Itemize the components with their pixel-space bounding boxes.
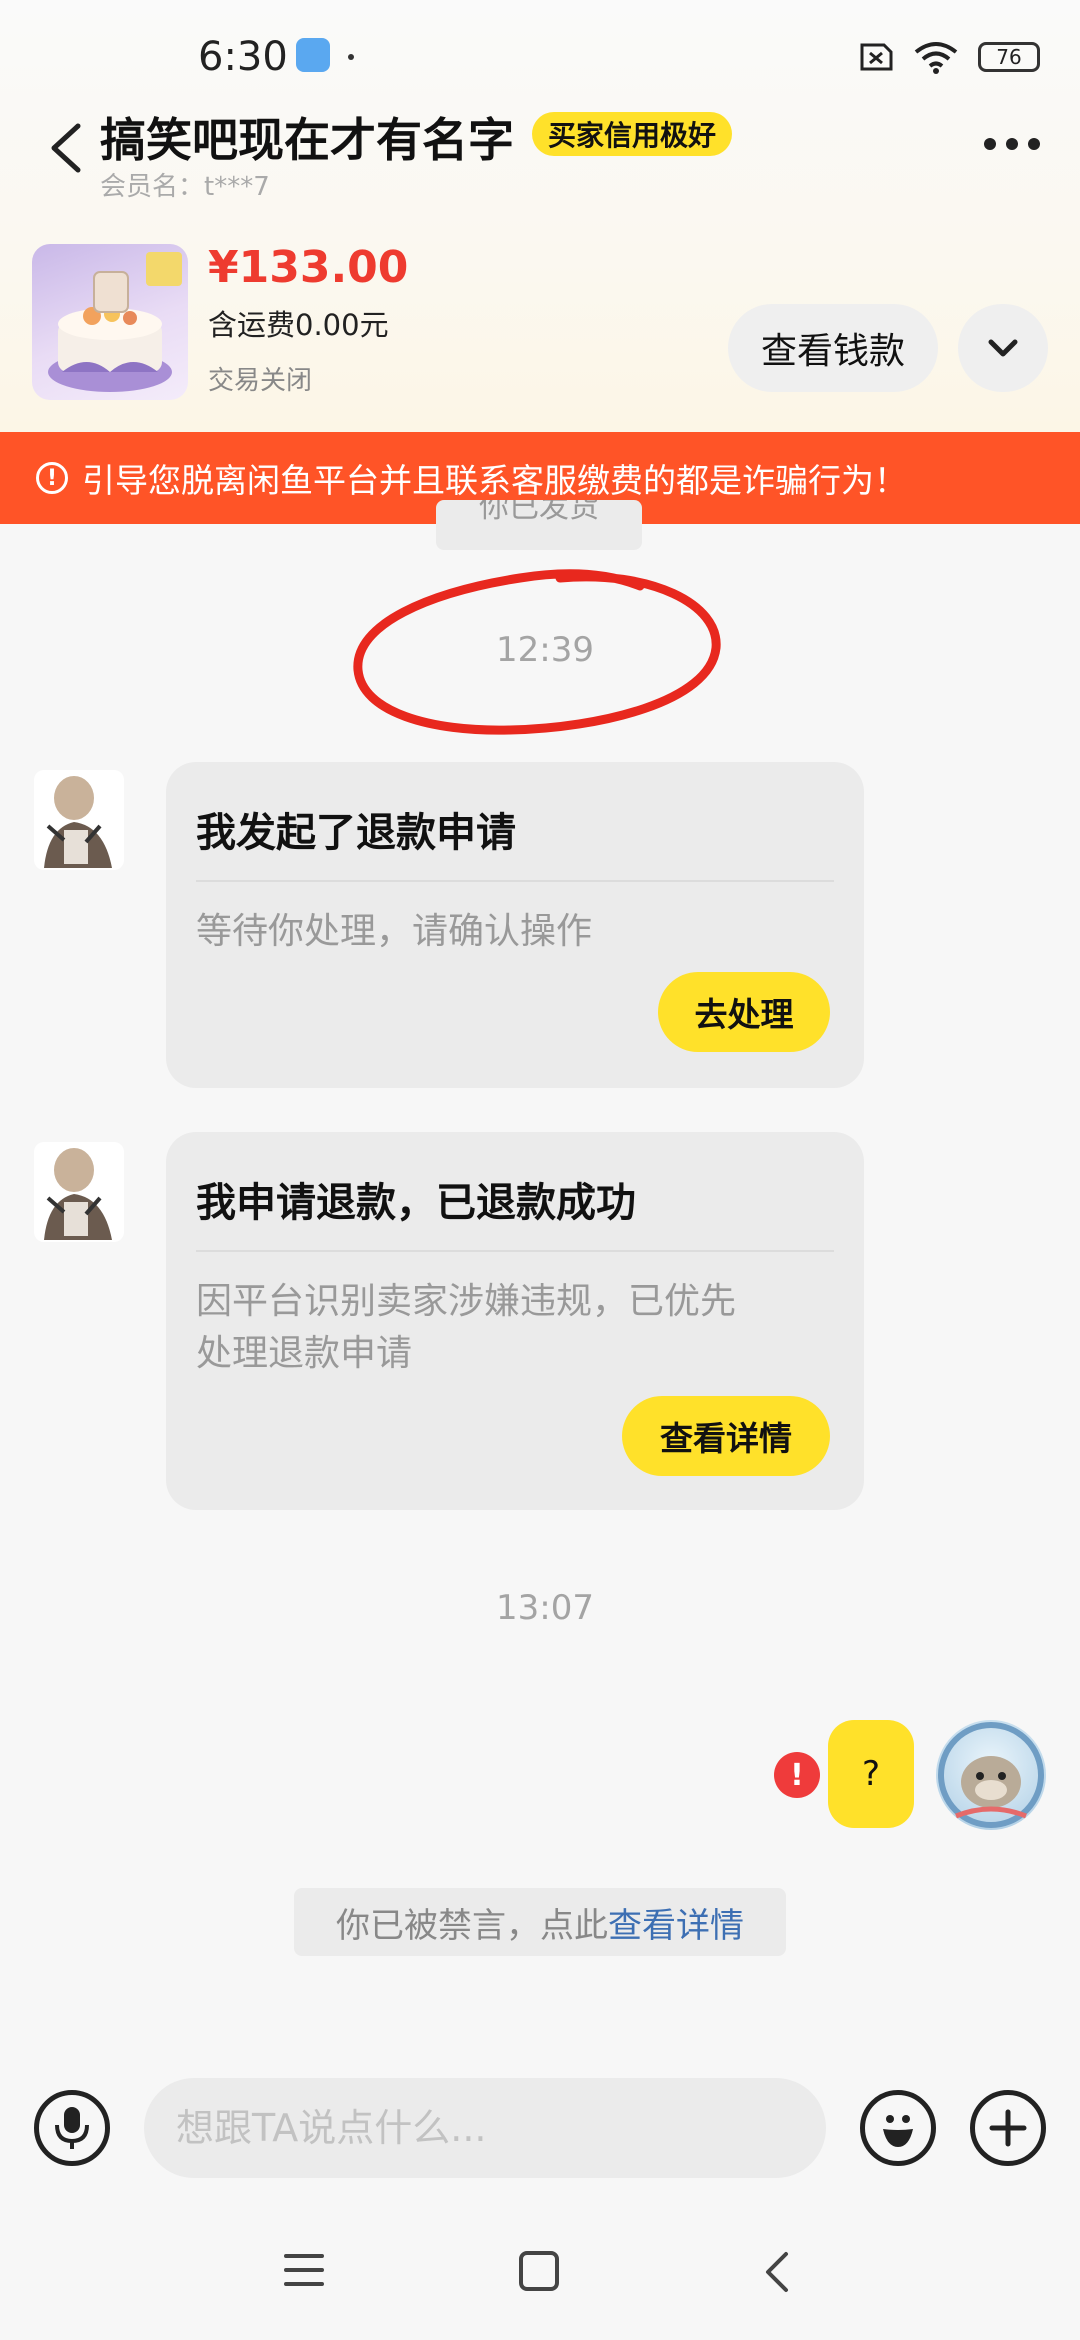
battery-level: 76	[996, 45, 1022, 69]
muted-details-link[interactable]: 查看详情	[608, 1898, 744, 1947]
seal-avatar-image	[938, 1722, 1044, 1828]
message-input[interactable]	[144, 2078, 826, 2178]
microphone-icon	[55, 2107, 89, 2149]
chevron-down-icon	[988, 339, 1018, 357]
chat-title: 搞笑吧现在才有名字	[100, 113, 514, 167]
warning-text: 引导您脱离闲鱼平台并且联系客服缴费的都是诈骗行为！	[82, 461, 907, 500]
plus-icon	[989, 2109, 1027, 2147]
avatar-image	[44, 1148, 112, 1240]
card-title: 我发起了退款申请	[196, 810, 516, 856]
card-title: 我申请退款，已退款成功	[196, 1180, 636, 1226]
card-divider	[196, 880, 834, 882]
expand-button[interactable]	[958, 304, 1048, 392]
view-payment-button[interactable]: 查看钱款	[728, 304, 938, 392]
more-options-icon[interactable]	[984, 138, 1040, 150]
avatar-image	[44, 776, 112, 868]
muted-notice-text: 你已被禁言，点此	[336, 1905, 608, 1946]
cake-image	[48, 252, 182, 392]
send-failed-icon[interactable]: !	[774, 1752, 820, 1798]
my-avatar[interactable]	[936, 1720, 1046, 1830]
product-thumbnail[interactable]	[32, 244, 188, 400]
other-user-avatar[interactable]	[34, 770, 124, 870]
view-details-button[interactable]: 查看详情	[622, 1396, 830, 1476]
refund-request-card[interactable]: 我发起了退款申请 等待你处理，请确认操作 去处理	[166, 762, 864, 1088]
muted-notice[interactable]: 你已被禁言，点此 查看详情	[294, 1888, 786, 1956]
other-user-avatar[interactable]	[34, 1142, 124, 1242]
refund-success-card[interactable]: 我申请退款，已退款成功 因平台识别卖家涉嫌违规，已优先 处理退款申请 查看详情	[166, 1132, 864, 1510]
more-actions-button[interactable]	[970, 2090, 1046, 2166]
card-description-line1: 因平台识别卖家涉嫌违规，已优先	[196, 1281, 737, 1322]
my-message-bubble[interactable]: ?	[828, 1720, 914, 1828]
system-back-icon[interactable]	[762, 2250, 790, 2294]
status-icons: 76	[854, 40, 1040, 74]
menu-icon[interactable]	[284, 2252, 324, 2288]
back-arrow-icon[interactable]	[44, 118, 86, 178]
emoji-icon	[883, 2115, 913, 2147]
app-notification-icon	[296, 38, 330, 72]
process-button[interactable]: 去处理	[658, 972, 830, 1052]
member-name: 会员名：t***7	[100, 172, 270, 202]
status-time: 6:30	[198, 34, 288, 80]
voice-button[interactable]	[34, 2090, 110, 2166]
timestamp: 13:07	[496, 1588, 594, 1628]
system-message-partial: 你已发货	[436, 500, 642, 550]
battery-icon: 76	[978, 42, 1040, 72]
sim-off-icon	[860, 43, 893, 71]
home-icon[interactable]	[518, 2250, 560, 2292]
card-description-line2: 处理退款申请	[196, 1333, 413, 1374]
credit-badge: 买家信用极好	[532, 112, 733, 156]
emoji-button[interactable]	[860, 2090, 936, 2166]
wifi-icon	[914, 42, 958, 74]
red-circle-annotation	[353, 569, 721, 735]
card-description: 等待你处理，请确认操作	[196, 911, 593, 952]
product-price: ¥133.00	[208, 242, 409, 293]
card-divider	[196, 1250, 834, 1252]
deal-status: 交易关闭	[208, 366, 313, 396]
shipping-fee: 含运费0.00元	[208, 308, 389, 342]
notification-dot-icon	[348, 54, 354, 60]
exclamation-circle-icon: !	[36, 462, 68, 494]
